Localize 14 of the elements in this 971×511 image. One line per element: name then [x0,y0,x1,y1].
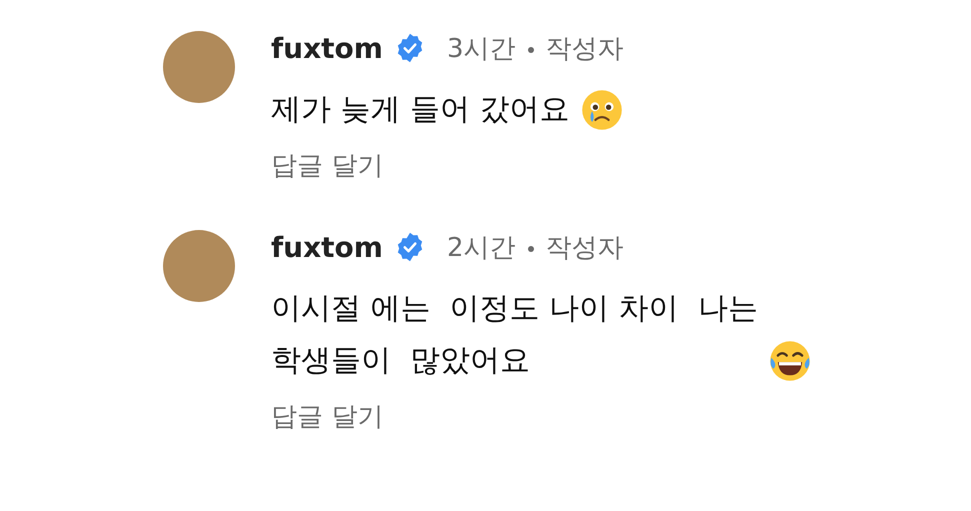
separator-dot [528,246,534,252]
author-label: 작성자 [546,32,624,66]
author-name[interactable]: fuxtom [271,32,383,64]
separator-dot [528,47,534,53]
comment-text: 제가 늦게 들어 갔어요 [271,91,570,129]
comment-time: 3시간 [446,32,516,66]
author-label: 작성자 [546,232,624,264]
reply-button[interactable]: 답글 달기 [271,148,384,183]
comment-time: 2시간 [446,232,516,264]
author-name[interactable]: fuxtom [271,230,383,264]
laughing-face-icon [768,339,812,383]
comment-text: 이시절 에는 이정도 나이 차이 나는 학생들이 많았어요 [271,290,758,380]
reply-button[interactable]: 답글 달기 [271,399,384,434]
crying-face-icon [580,88,624,132]
